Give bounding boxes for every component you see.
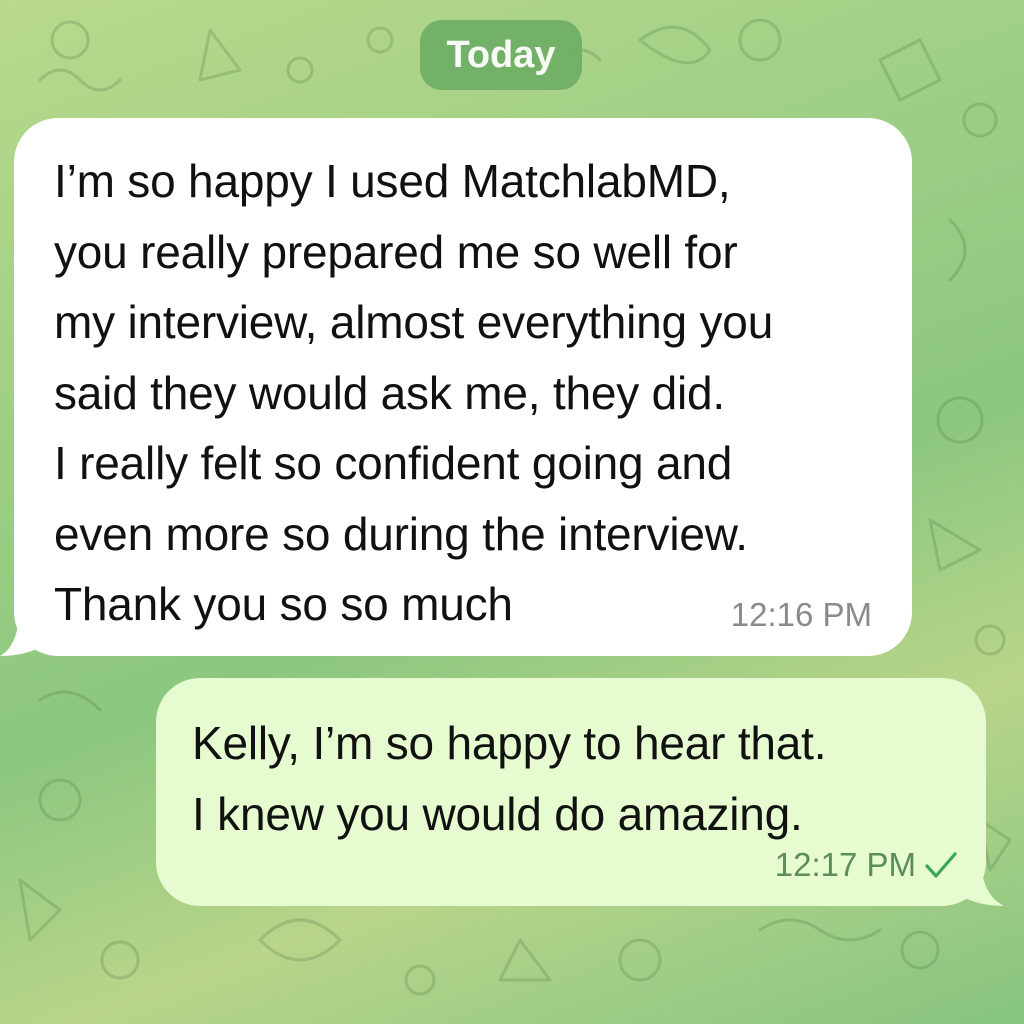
date-separator: Today [420,20,582,90]
outgoing-message-meta: 12:17 PM [775,846,958,884]
date-separator-label: Today [446,33,556,76]
outgoing-message-time: 12:17 PM [774,846,916,883]
incoming-message-bubble[interactable]: I’m so happy I used MatchlabMD, you real… [14,118,912,656]
outgoing-message-text: Kelly, I’m so happy to hear that. I knew… [192,717,827,840]
incoming-message-text: I’m so happy I used MatchlabMD, you real… [54,155,774,630]
incoming-message-time: 12:16 PM [730,596,872,633]
outgoing-message-bubble[interactable]: Kelly, I’m so happy to hear that. I knew… [156,678,986,906]
single-check-icon [925,852,957,878]
